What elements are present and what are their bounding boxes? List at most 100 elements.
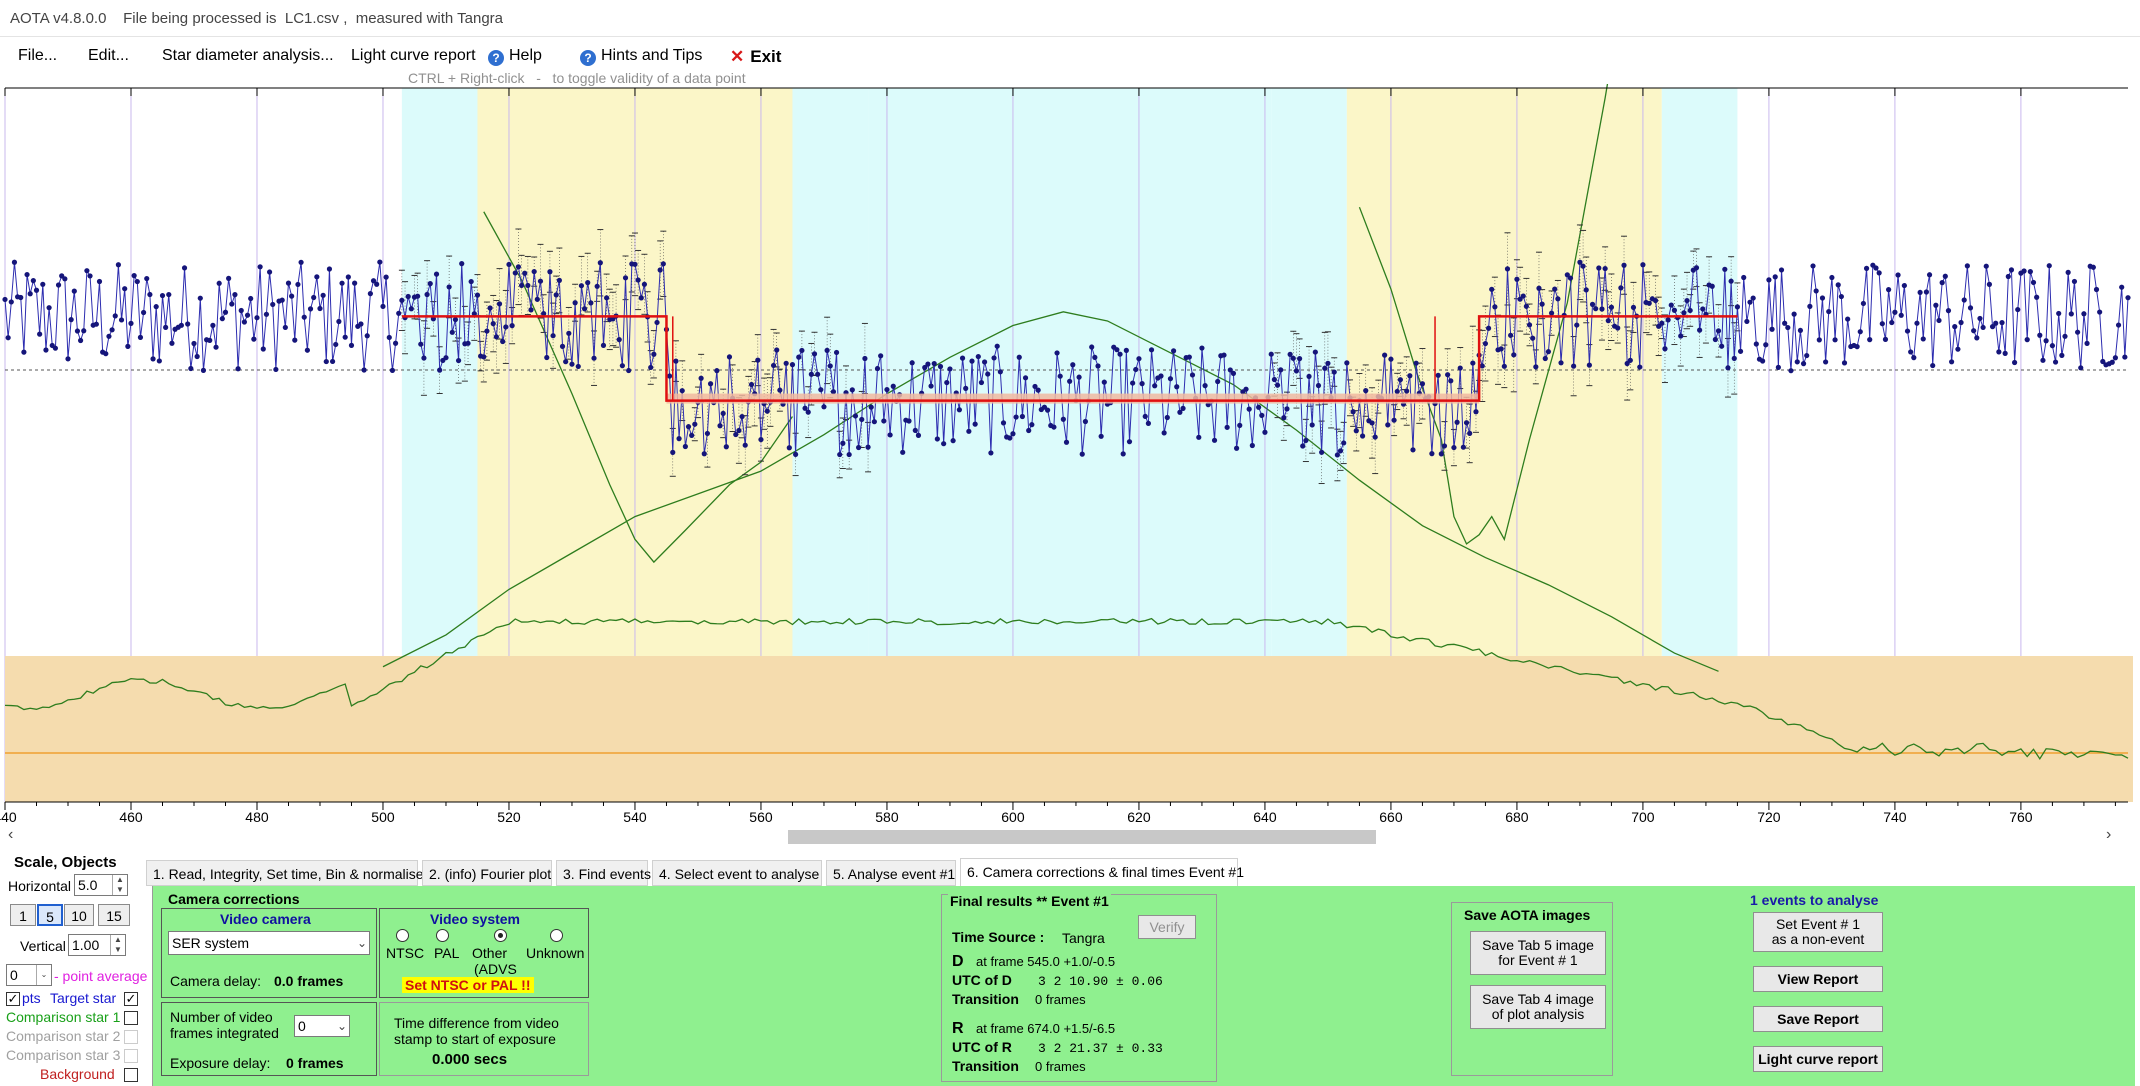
menu-file[interactable]: File... bbox=[18, 47, 57, 65]
save-tab4-button[interactable]: Save Tab 4 image of plot analysis bbox=[1470, 985, 1606, 1029]
data-point bbox=[301, 314, 307, 320]
help-icon: ? bbox=[580, 50, 596, 66]
data-point bbox=[465, 340, 471, 346]
scroll-thumb[interactable] bbox=[788, 830, 1376, 844]
vertical-spinner[interactable]: 1.00 ▲ ▼ bbox=[68, 934, 126, 956]
scroll-left-icon[interactable]: ‹ bbox=[8, 826, 13, 844]
data-point bbox=[1167, 376, 1174, 382]
data-point bbox=[1898, 312, 1904, 318]
view-report-button[interactable]: View Report bbox=[1753, 966, 1883, 992]
tab-read[interactable]: 1. Read, Integrity, Set time, Bin & norm… bbox=[146, 860, 424, 886]
data-point bbox=[566, 330, 572, 336]
data-point bbox=[1977, 315, 1983, 322]
tab-fourier[interactable]: 2. (info) Fourier plot bbox=[422, 860, 552, 886]
menu-star-diameter[interactable]: Star diameter analysis... bbox=[162, 47, 334, 65]
data-point bbox=[1923, 289, 1930, 295]
menu-help[interactable]: ? Help bbox=[488, 47, 542, 66]
data-point bbox=[1492, 304, 1498, 310]
data-point bbox=[1949, 359, 1955, 365]
data-point bbox=[2027, 269, 2033, 275]
light-curve-plot[interactable]: 440 460 480 500 520 540 560 580 600 620 640 660 680 7… bbox=[0, 84, 2140, 824]
data-point bbox=[670, 449, 676, 455]
light-curve-report-button[interactable]: Light curve report bbox=[1753, 1046, 1883, 1072]
other-radio[interactable] bbox=[494, 929, 507, 942]
scroll-right-icon[interactable]: › bbox=[2106, 826, 2111, 844]
data-point bbox=[799, 347, 805, 354]
scale-button-15[interactable]: 15 bbox=[98, 904, 130, 926]
data-point bbox=[1344, 360, 1350, 366]
scale-button-10[interactable]: 10 bbox=[64, 904, 94, 926]
save-report-button[interactable]: Save Report bbox=[1753, 1006, 1883, 1032]
data-point bbox=[1952, 324, 1958, 330]
data-point bbox=[1999, 320, 2005, 326]
menu-light-curve-report[interactable]: Light curve report bbox=[351, 47, 476, 65]
data-point bbox=[1303, 437, 1309, 444]
average-select[interactable]: 0 ⌄ bbox=[6, 964, 52, 986]
data-point bbox=[978, 379, 985, 386]
spin-arrows-icon[interactable]: ▲ ▼ bbox=[112, 875, 127, 895]
data-point bbox=[1526, 322, 1533, 328]
data-point bbox=[660, 261, 666, 267]
data-point bbox=[1920, 336, 1926, 342]
tab-select-event[interactable]: 4. Select event to analyse bbox=[652, 860, 822, 886]
data-point bbox=[963, 385, 969, 391]
data-point bbox=[556, 277, 562, 283]
data-point bbox=[982, 359, 988, 365]
utc-r-value: 3 2 21.37 ± 0.33 bbox=[1038, 1041, 1163, 1056]
comp1-checkbox[interactable] bbox=[124, 1011, 138, 1025]
data-point bbox=[581, 306, 588, 312]
data-point bbox=[975, 353, 981, 360]
data-point bbox=[1709, 283, 1715, 289]
data-point bbox=[1123, 347, 1129, 354]
scale-button-5[interactable]: 5 bbox=[37, 904, 63, 926]
data-point bbox=[468, 278, 474, 285]
data-point bbox=[972, 421, 978, 427]
unknown-label: Unknown bbox=[526, 945, 585, 961]
menu-hints[interactable]: ? Hints and Tips bbox=[580, 47, 702, 66]
save-tab5-button[interactable]: Save Tab 5 image for Event # 1 bbox=[1470, 931, 1606, 975]
background-checkbox[interactable] bbox=[124, 1068, 138, 1082]
ntsc-radio[interactable] bbox=[396, 929, 409, 942]
save-images-group: Save AOTA images Save Tab 5 image for Eve… bbox=[1451, 902, 1613, 1076]
data-point bbox=[1013, 414, 1019, 420]
frames-integrated-select[interactable]: 0 ⌄ bbox=[294, 1015, 350, 1037]
plot-scrollbar[interactable]: ‹ › bbox=[0, 826, 2140, 848]
tab-camera-corrections[interactable]: 6. Camera corrections & final times Even… bbox=[960, 858, 1244, 886]
data-point bbox=[1306, 373, 1312, 380]
spin-arrows-icon[interactable]: ▲ ▼ bbox=[110, 935, 125, 955]
data-point bbox=[348, 342, 355, 348]
data-point bbox=[1095, 363, 1101, 369]
pal-radio[interactable] bbox=[436, 929, 449, 942]
data-point bbox=[648, 364, 654, 371]
tab-analyse-event[interactable]: 5. Analyse event #1 bbox=[826, 860, 956, 886]
unknown-radio[interactable] bbox=[550, 929, 563, 942]
data-point bbox=[1763, 342, 1769, 348]
data-point bbox=[459, 261, 465, 267]
data-point bbox=[1189, 372, 1196, 378]
data-point bbox=[2030, 279, 2037, 286]
menu-hints-label: Hints and Tips bbox=[601, 47, 703, 64]
data-point bbox=[2097, 309, 2103, 315]
data-point bbox=[676, 436, 682, 442]
data-point bbox=[2056, 310, 2062, 317]
menu-exit[interactable]: ✕ Exit bbox=[730, 47, 781, 67]
data-point bbox=[1930, 362, 1936, 369]
data-point bbox=[1174, 384, 1180, 390]
data-point bbox=[2024, 337, 2030, 343]
horizontal-spinner[interactable]: 5.0 ▲ ▼ bbox=[74, 874, 128, 896]
data-point bbox=[1621, 262, 1627, 268]
pts-checkbox[interactable]: ✓ bbox=[6, 992, 20, 1006]
data-point bbox=[81, 328, 87, 334]
tab-find-events[interactable]: 3. Find events bbox=[556, 860, 651, 886]
camera-select[interactable]: SER system ⌄ bbox=[168, 931, 370, 955]
verify-button[interactable]: Verify bbox=[1138, 915, 1196, 939]
data-point bbox=[1596, 265, 1602, 271]
data-point bbox=[887, 432, 893, 438]
menu-edit[interactable]: Edit... bbox=[88, 47, 129, 65]
data-point bbox=[1829, 274, 1835, 281]
scale-button-1[interactable]: 1 bbox=[10, 904, 36, 926]
target-star-checkbox[interactable]: ✓ bbox=[124, 992, 138, 1006]
data-point bbox=[698, 375, 704, 381]
set-non-event-button[interactable]: Set Event # 1 as a non-event bbox=[1753, 912, 1883, 952]
data-point bbox=[1372, 434, 1378, 440]
